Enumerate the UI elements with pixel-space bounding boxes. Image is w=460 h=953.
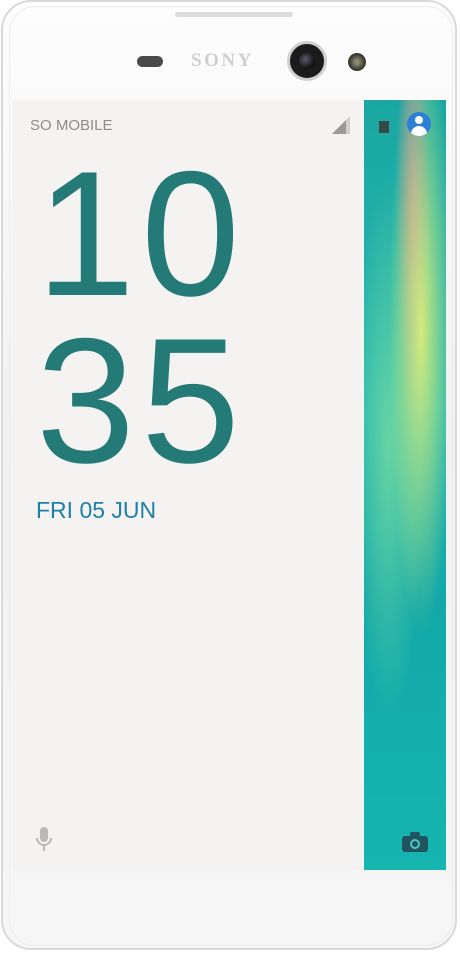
signal-icon <box>332 116 350 134</box>
mic-icon[interactable] <box>35 827 53 853</box>
brand-logo: SONY <box>191 50 254 71</box>
camera-lens <box>299 53 315 69</box>
user-icon-body <box>411 126 427 136</box>
lock-date: FRI 05 JUN <box>36 497 157 523</box>
battery-icon <box>379 121 389 133</box>
user-icon-head <box>415 116 423 124</box>
lock-screen[interactable]: SO MOBILE 10 35 FRI 05 JUN <box>12 100 446 870</box>
proximity-sensor <box>348 53 366 71</box>
camera-icon[interactable] <box>402 832 428 852</box>
top-slot <box>175 12 293 17</box>
user-icon[interactable] <box>407 112 431 136</box>
wallpaper-strip <box>364 100 446 870</box>
front-camera <box>287 41 327 81</box>
carrier-name: SO MOBILE <box>30 117 113 134</box>
earpiece <box>137 56 163 67</box>
clock-minutes: 35 <box>36 301 246 500</box>
clock-hours: 10 <box>36 134 246 333</box>
